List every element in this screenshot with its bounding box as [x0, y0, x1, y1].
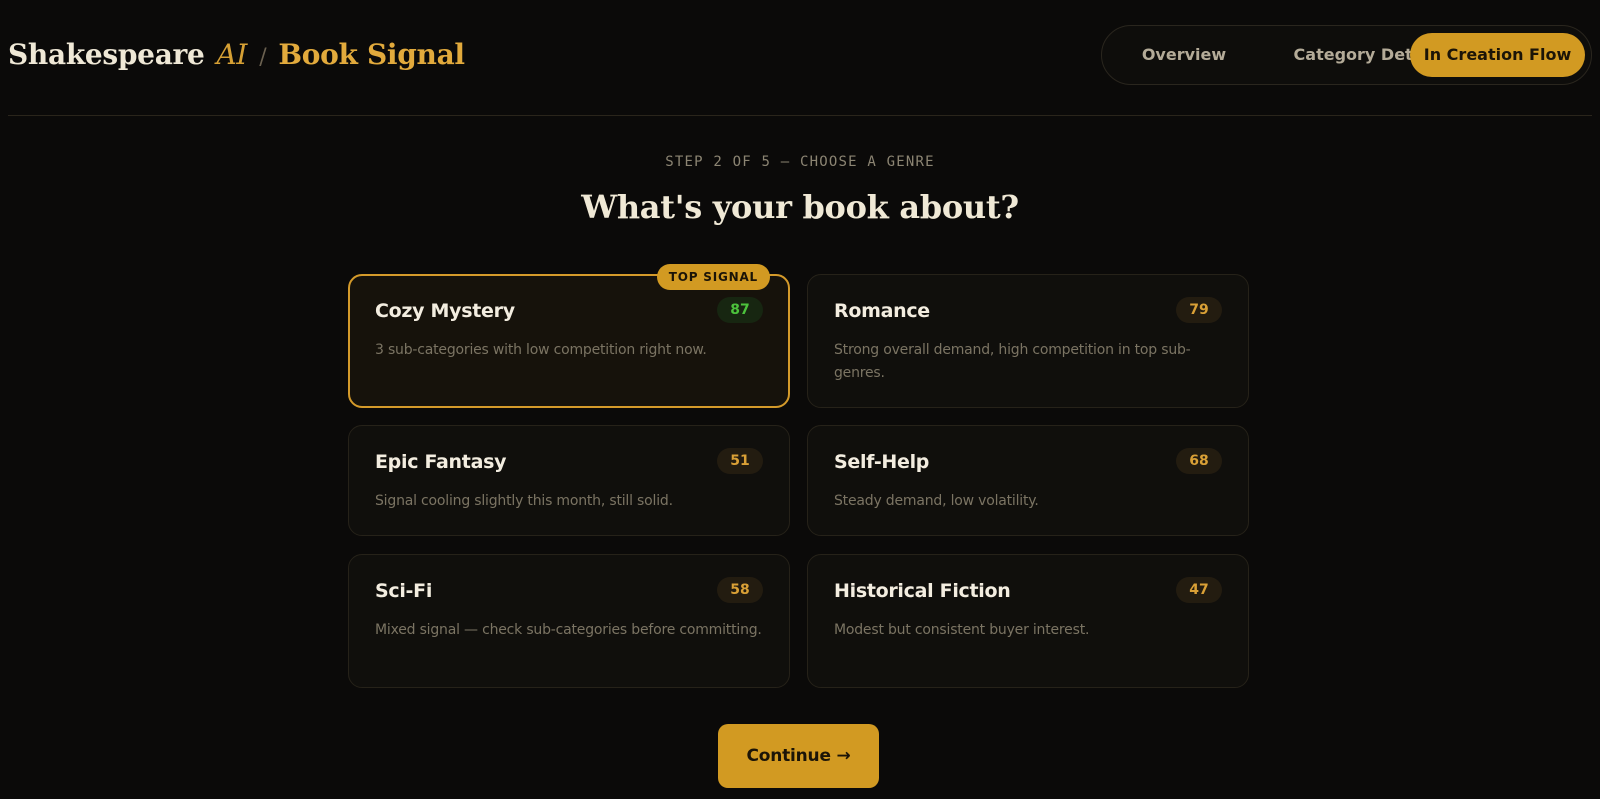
signal-score: 47 — [1176, 577, 1222, 603]
genre-description: 3 sub-categories with low competition ri… — [375, 342, 707, 358]
genre-description: Steady demand, low volatility. — [834, 493, 1039, 509]
genre-card-historical-fiction[interactable]: Historical Fiction 47 Modest but consist… — [807, 554, 1249, 688]
genre-card-romance[interactable]: Romance 79 Strong overall demand, high c… — [807, 274, 1249, 408]
step-indicator: STEP 2 OF 5 — CHOOSE A GENRE — [665, 154, 935, 170]
genre-name: Historical Fiction — [834, 580, 1011, 602]
signal-score: 68 — [1176, 448, 1222, 474]
brand-ai: AI — [216, 38, 248, 71]
genre-description: Signal cooling slightly this month, stil… — [375, 493, 673, 509]
genre-description: Modest but consistent buyer interest. — [834, 622, 1090, 638]
genre-name: Cozy Mystery — [375, 300, 515, 322]
top-signal-badge: TOP SIGNAL — [656, 264, 770, 290]
signal-score: 79 — [1176, 297, 1222, 323]
header-divider — [8, 115, 1592, 116]
brand-product: Book Signal — [278, 38, 465, 71]
genre-description: Strong overall demand, high competition … — [834, 342, 1191, 381]
genre-card-epic-fantasy[interactable]: Epic Fantasy 51 Signal cooling slightly … — [348, 425, 790, 536]
genre-description: Mixed signal — check sub-categories befo… — [375, 622, 762, 638]
view-switcher: Overview Category Detail In Creation Flo… — [1101, 25, 1592, 85]
continue-button[interactable]: Continue → — [718, 724, 879, 788]
genre-card-sci-fi[interactable]: Sci-Fi 58 Mixed signal — check sub-categ… — [348, 554, 790, 688]
genre-name: Epic Fantasy — [375, 451, 507, 473]
genre-name: Sci-Fi — [375, 580, 433, 602]
genre-card-self-help[interactable]: Self-Help 68 Steady demand, low volatili… — [807, 425, 1249, 536]
genre-selection-page: Shakespeare AI / Book Signal Overview Categ… — [0, 0, 1600, 799]
signal-score: 58 — [717, 577, 763, 603]
brand-separator: / — [259, 45, 267, 70]
genre-card-cozy-mystery[interactable]: TOP SIGNAL Cozy Mystery 87 3 sub-categor… — [348, 264, 790, 408]
signal-score: 51 — [717, 448, 763, 474]
page-title: What's your book about? — [581, 188, 1019, 226]
tab-in-creation-flow[interactable]: In Creation Flow — [1410, 33, 1585, 77]
app-header: Shakespeare AI / Book Signal Overview Categ… — [0, 0, 1600, 116]
signal-score: 87 — [717, 297, 763, 323]
tab-overview[interactable]: Overview — [1103, 33, 1265, 77]
brand-logo[interactable]: Shakespeare AI / Book Signal — [8, 36, 465, 77]
genre-name: Self-Help — [834, 451, 930, 473]
genre-name: Romance — [834, 300, 930, 322]
brand-name: Shakespeare — [8, 38, 205, 71]
